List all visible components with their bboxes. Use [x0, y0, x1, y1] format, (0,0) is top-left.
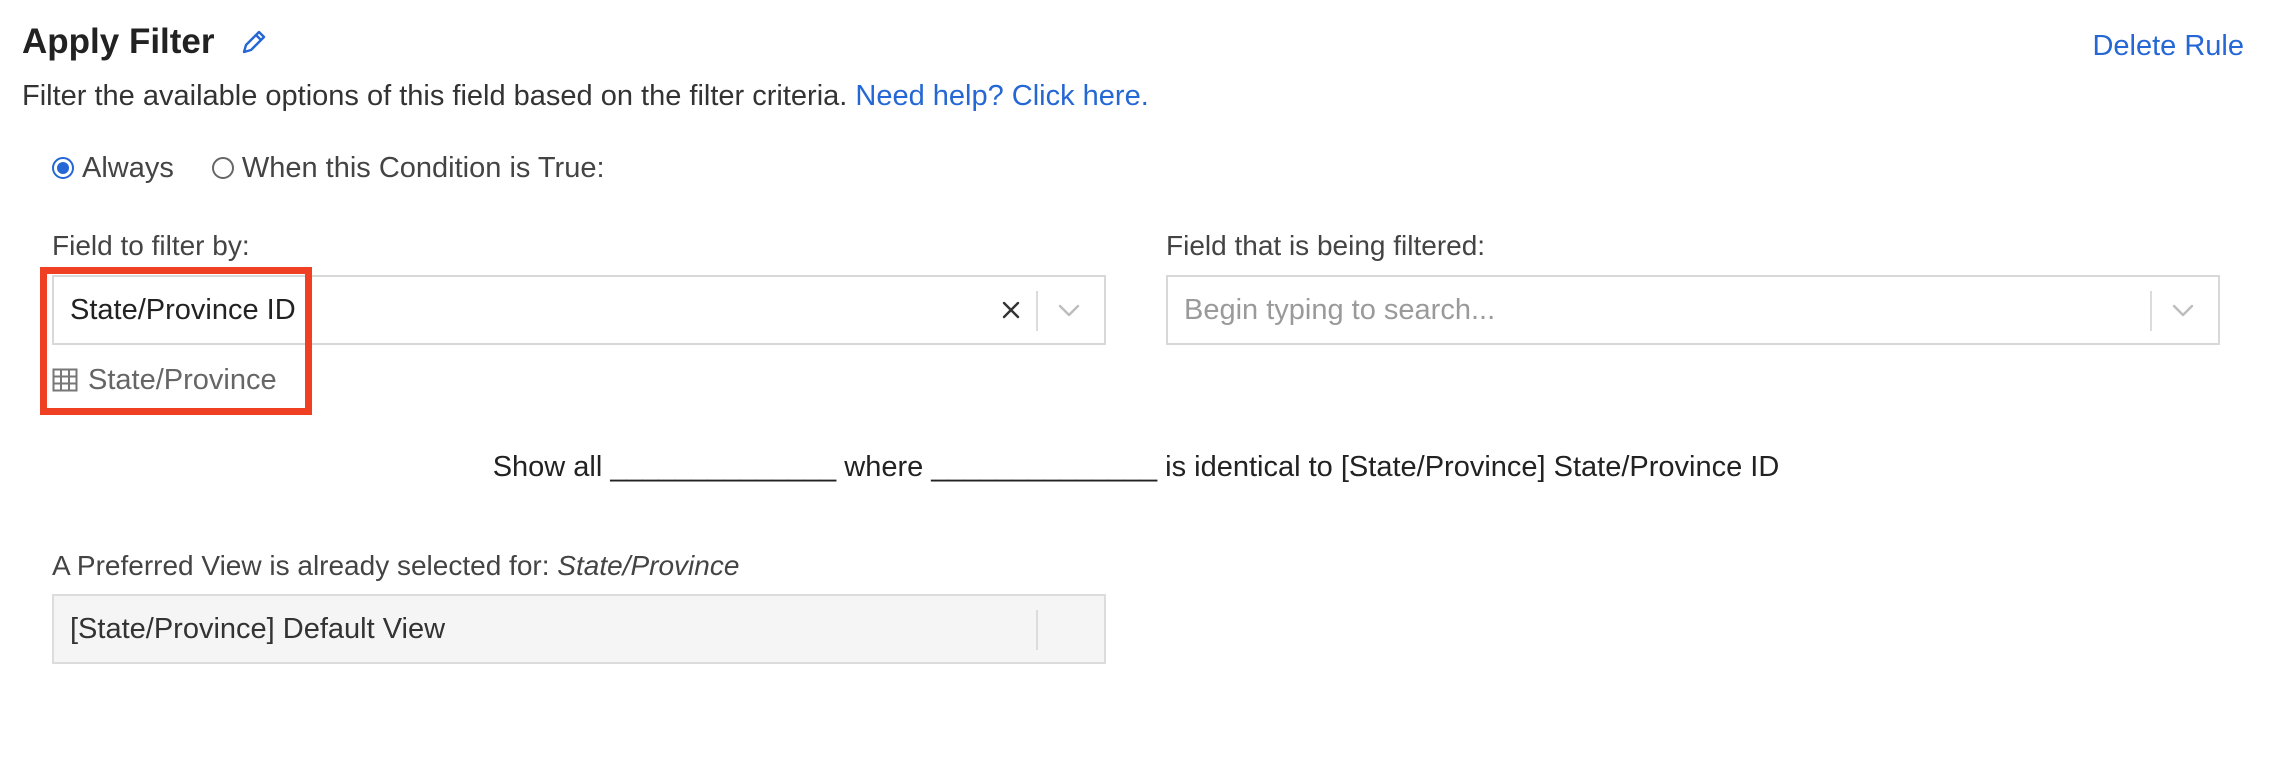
select-divider [1036, 291, 1038, 331]
clear-icon[interactable] [998, 297, 1024, 323]
radio-condition[interactable] [211, 157, 234, 179]
summary-part3: is identical to [State/Province] State/P… [1157, 451, 1780, 483]
pencil-icon[interactable] [238, 26, 270, 58]
source-table-name: State/Province [88, 363, 277, 396]
radio-option-always[interactable]: Always [52, 152, 174, 185]
summary-blank2: ______________ [931, 451, 1158, 483]
radio-option-condition[interactable]: When this Condition is True: [211, 151, 605, 185]
filter-summary: Show all ______________ where __________… [0, 445, 2272, 489]
table-grid-icon [52, 368, 78, 392]
filter-by-value: State/Province ID [70, 294, 296, 326]
select-divider [2150, 291, 2152, 331]
filter-by-label: Field to filter by: [52, 230, 250, 261]
preferred-view-table: State/Province [557, 550, 740, 581]
condition-radio-group: Always When this Condition is True: [52, 148, 643, 188]
chevron-down-icon[interactable] [2170, 299, 2196, 321]
filtered-field-placeholder: Begin typing to search... [1184, 294, 1496, 326]
radio-always-label: Always [82, 151, 174, 184]
delete-rule-link[interactable]: Delete Rule [2092, 26, 2244, 66]
page-title: Apply Filter [22, 22, 215, 61]
summary-part1: Show all [492, 451, 611, 483]
preferred-view-prefix: A Preferred View is already selected for… [52, 550, 558, 581]
chevron-down-icon[interactable] [1056, 299, 1082, 321]
radio-always[interactable] [52, 157, 74, 179]
filter-description: Filter the available options of this fie… [22, 76, 1149, 116]
radio-condition-label: When this Condition is True: [241, 151, 605, 184]
preferred-view-value: [State/Province] Default View [70, 613, 446, 645]
summary-blank1: ______________ [610, 451, 837, 483]
source-table-chip: State/Province [52, 360, 277, 400]
preferred-view-select: [State/Province] Default View [52, 594, 1106, 664]
summary-part2: where [836, 451, 932, 483]
filtered-field-select[interactable]: Begin typing to search... [1166, 275, 2220, 345]
filtered-field-label: Field that is being filtered: [1166, 230, 1486, 261]
help-link[interactable]: Need help? Click here. [855, 80, 1148, 112]
filter-by-select[interactable]: State/Province ID [52, 275, 1106, 345]
select-divider [1036, 610, 1038, 650]
preferred-view-label: A Preferred View is already selected for… [52, 546, 739, 586]
description-text: Filter the available options of this fie… [22, 80, 848, 112]
